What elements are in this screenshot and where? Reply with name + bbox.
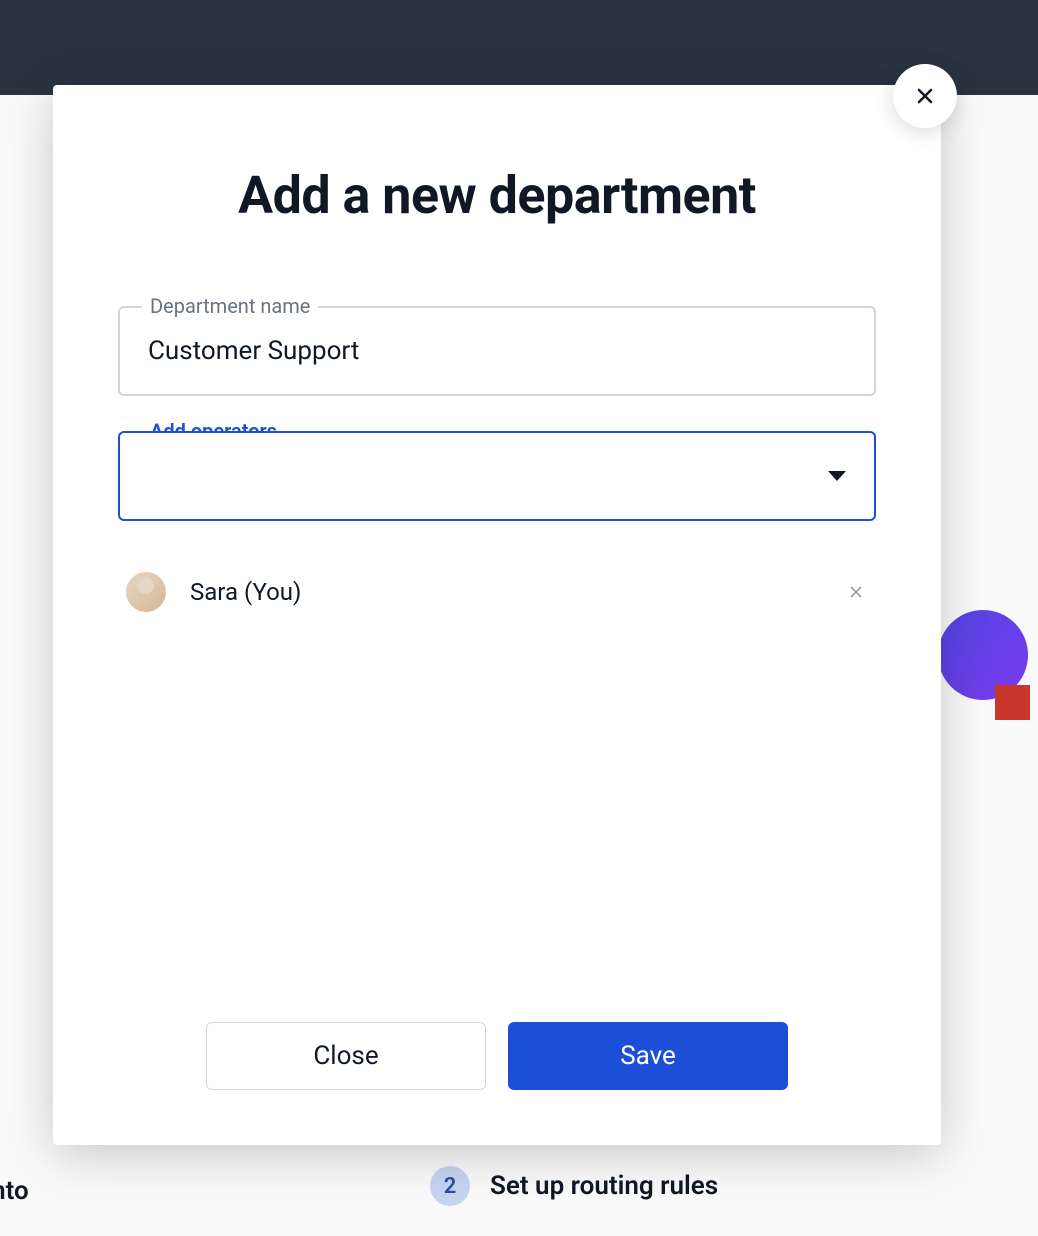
modal-title: Add a new department <box>118 165 876 226</box>
department-name-group: Department name <box>118 306 876 396</box>
modal-footer: Close Save <box>118 1022 876 1090</box>
step-number-badge: 2 <box>430 1166 470 1206</box>
operator-name: Sara (You) <box>190 578 844 606</box>
close-modal-button[interactable] <box>893 64 957 128</box>
save-button[interactable]: Save <box>508 1022 788 1090</box>
close-icon <box>913 84 937 108</box>
close-button[interactable]: Close <box>206 1022 486 1090</box>
add-department-modal: Add a new department Department name Add… <box>53 85 941 1145</box>
bg-bottom-right-text: Set up routing rules <box>490 1171 718 1201</box>
chevron-down-icon <box>828 471 846 481</box>
close-icon <box>847 583 865 601</box>
department-name-input[interactable] <box>118 306 876 396</box>
bg-bottom-right: 2 Set up routing rules <box>430 1166 718 1206</box>
add-operators-group: Add operators <box>118 431 876 521</box>
bg-bottom-left: r operators into <box>0 1176 29 1206</box>
operator-avatar <box>126 572 166 612</box>
operator-list-item: Sara (You) <box>118 556 876 628</box>
remove-operator-button[interactable] <box>844 580 868 604</box>
add-operators-select[interactable] <box>118 431 876 521</box>
department-name-label: Department name <box>142 294 318 318</box>
bg-bag-icon <box>995 685 1030 720</box>
